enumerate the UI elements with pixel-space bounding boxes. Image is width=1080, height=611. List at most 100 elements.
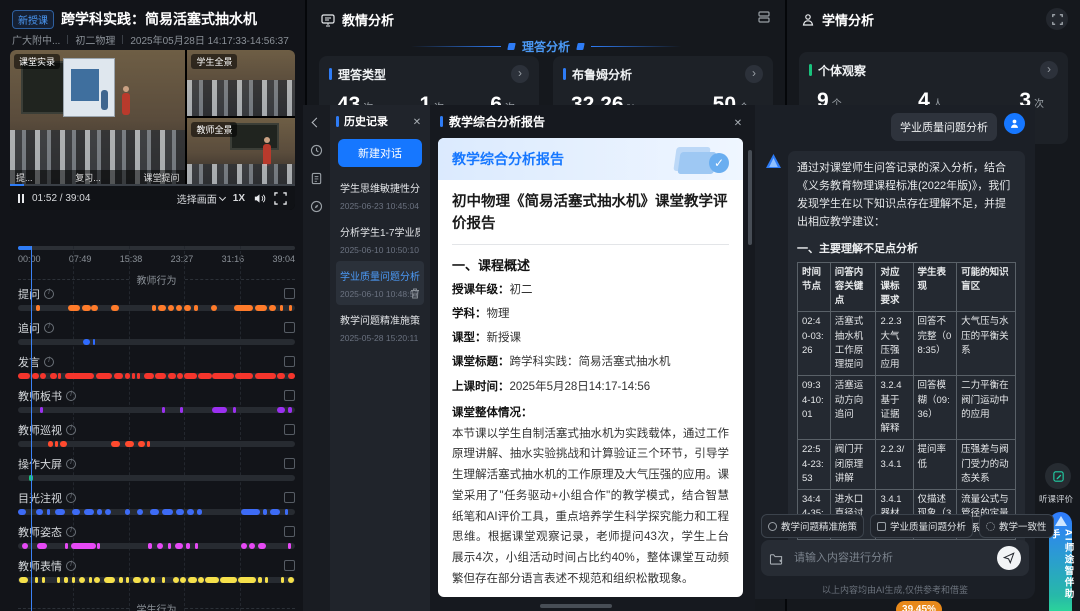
send-button[interactable] [997, 546, 1021, 570]
history-item-date: 2025-06-23 10:45:04 [340, 201, 419, 211]
history-item-date: 2025-06-10 10:50:10 [340, 245, 419, 255]
table-cell: 大气压与水压的平衡关系 [956, 311, 1016, 377]
history-item[interactable]: 教学问题精准施策 2025-05-28 15:20:11 [336, 305, 424, 349]
info-icon[interactable] [44, 289, 54, 299]
chevron-down-icon [218, 193, 226, 201]
fullscreen-button[interactable] [1046, 8, 1068, 30]
behavior-track: 发言 [18, 354, 295, 388]
track-checkbox[interactable] [284, 492, 295, 503]
playhead[interactable] [31, 246, 32, 611]
track-checkbox[interactable] [284, 424, 295, 435]
learning-panel-header: 学情分析 [801, 10, 874, 29]
video-teacher-view[interactable]: 教师全景 [187, 118, 295, 184]
track-bar [18, 577, 295, 583]
chip-icon [768, 521, 777, 531]
track-label: 追问 [18, 323, 40, 335]
chevron-left-icon [311, 117, 322, 128]
fullscreen-icon[interactable] [274, 191, 287, 205]
track-checkbox[interactable] [284, 526, 295, 537]
info-icon[interactable] [66, 391, 76, 401]
quick-action-chips: 教学问题精准施策 学业质量问题分析 教学一致性 [761, 514, 1054, 538]
history-item[interactable]: 分析学生1-7学业质量 2025-06-10 10:50:10 [336, 217, 424, 261]
history-button[interactable] [309, 143, 324, 158]
history-item-date: 2025-06-10 10:48:57 [340, 289, 419, 299]
card-more-button[interactable] [1040, 61, 1058, 79]
guide-button[interactable] [309, 199, 324, 214]
info-icon[interactable] [44, 357, 54, 367]
table-cell: 回答不完整（08:35） [912, 311, 958, 377]
prompt-folder-icon[interactable] [769, 552, 784, 565]
teaching-panel-header: 教情分析 [321, 10, 394, 29]
student-figure [101, 90, 109, 111]
history-item[interactable]: 学业质量问题分析 2025-06-10 10:48:57 [336, 261, 424, 305]
report-meta-line: 学科：物理 [452, 307, 510, 320]
close-report-button[interactable] [731, 115, 745, 129]
speed-button[interactable]: 1X [233, 193, 245, 204]
info-icon[interactable] [66, 493, 76, 503]
lesson-header: 新授课 跨学科实践：简易活塞式抽水机 [12, 9, 257, 29]
volume-icon[interactable] [253, 192, 266, 205]
timeline-tick: 15:38 [119, 254, 143, 264]
lesson-review-button[interactable]: 听课评价 [1039, 463, 1074, 505]
report-meta-line: 授课年级：初二 [452, 283, 533, 296]
track-checkbox[interactable] [284, 458, 295, 469]
info-icon[interactable] [66, 459, 76, 469]
pause-icon[interactable] [18, 193, 24, 203]
report-document[interactable]: 教学综合分析报告 初中物理《简易活塞式抽水机》课堂教学评价报告 一、课程概述 授… [438, 138, 743, 597]
track-checkbox[interactable] [284, 288, 295, 299]
chat-input[interactable] [792, 551, 989, 565]
card-more-button[interactable] [511, 65, 529, 83]
timeline-scrubber[interactable] [18, 246, 295, 250]
students-crowd [187, 79, 295, 116]
report-meta-line: 上课时间：2025年5月28日14:17-14:56 [452, 380, 651, 393]
report-panel-title: 教学综合分析报告 [449, 115, 546, 129]
track-checkbox[interactable] [284, 322, 295, 333]
report-scrollbar[interactable] [748, 150, 752, 245]
table-cell: 3.2.4 基于证据解释 [875, 375, 914, 441]
card-title: 个体观察 [818, 63, 867, 78]
person-icon [1010, 119, 1019, 128]
report-section-1: 一、课程概述 [452, 257, 531, 273]
report-button[interactable] [309, 171, 324, 186]
ai-section-title: 一、主要理解不足点分析 [797, 242, 918, 255]
info-icon[interactable] [66, 527, 76, 537]
track-bar [18, 441, 295, 447]
quick-action-chip[interactable]: 教学问题精准施策 [761, 514, 865, 538]
teacher-behavior-divider: 教师行为 [18, 272, 295, 287]
analysis-table: 时间节点 问答内容关键点 对应课标要求 学生表现 可能的知识盲区 02:40-03:26… [797, 261, 1016, 540]
table-cell: 2.2.3 大气压强应用 [875, 311, 914, 377]
timeline-tick: 00:00 [18, 254, 41, 264]
video-main[interactable]: 课堂实录 提... 复习... 课堂提问 [10, 50, 186, 184]
trash-icon[interactable] [410, 288, 420, 299]
tab-liDa-analysis[interactable]: 理答分析 [522, 38, 570, 55]
history-item[interactable]: 学生思维敏捷性分析 2025-06-23 10:45:04 [336, 173, 424, 217]
info-icon[interactable] [66, 561, 76, 571]
layout-rows-icon[interactable] [757, 10, 771, 24]
lesson-datetime: 2025年05月28日 14:17:33-14:56:37 [130, 36, 289, 47]
card-more-button[interactable] [745, 65, 763, 83]
report-h-scrollbar[interactable] [540, 604, 612, 608]
quick-action-chip[interactable]: 学业质量问题分析 [870, 514, 974, 538]
track-checkbox[interactable] [284, 390, 295, 401]
learning-panel-title: 学情分析 [822, 13, 875, 28]
track-checkbox[interactable] [284, 560, 295, 571]
video-student-view[interactable]: 学生全景 [187, 50, 295, 116]
track-checkbox[interactable] [284, 356, 295, 367]
compass-icon [310, 200, 323, 213]
collapse-button[interactable] [309, 115, 324, 130]
user-avatar [1004, 113, 1025, 134]
students-crowd [187, 164, 295, 184]
new-chat-button[interactable]: 新建对话 [338, 139, 422, 167]
card-title: 布鲁姆分析 [572, 67, 633, 82]
track-label: 操作大屏 [18, 459, 62, 471]
ai-avatar [766, 154, 781, 168]
info-icon[interactable] [66, 425, 76, 435]
select-view-button[interactable]: 选择画面 [177, 191, 226, 206]
quick-action-chip[interactable]: 教学一致性 [979, 514, 1054, 538]
close-history-button[interactable] [410, 114, 424, 128]
send-plane-icon [1003, 552, 1015, 564]
video-player[interactable]: 课堂实录 提... 复习... 课堂提问 学生全景 教师全景 01:52 / 3… [10, 50, 295, 210]
history-item-title: 教学问题精准施策 [340, 316, 420, 327]
table-cell: 阀门开闭原理讲解 [829, 439, 877, 491]
info-icon[interactable] [44, 323, 54, 333]
